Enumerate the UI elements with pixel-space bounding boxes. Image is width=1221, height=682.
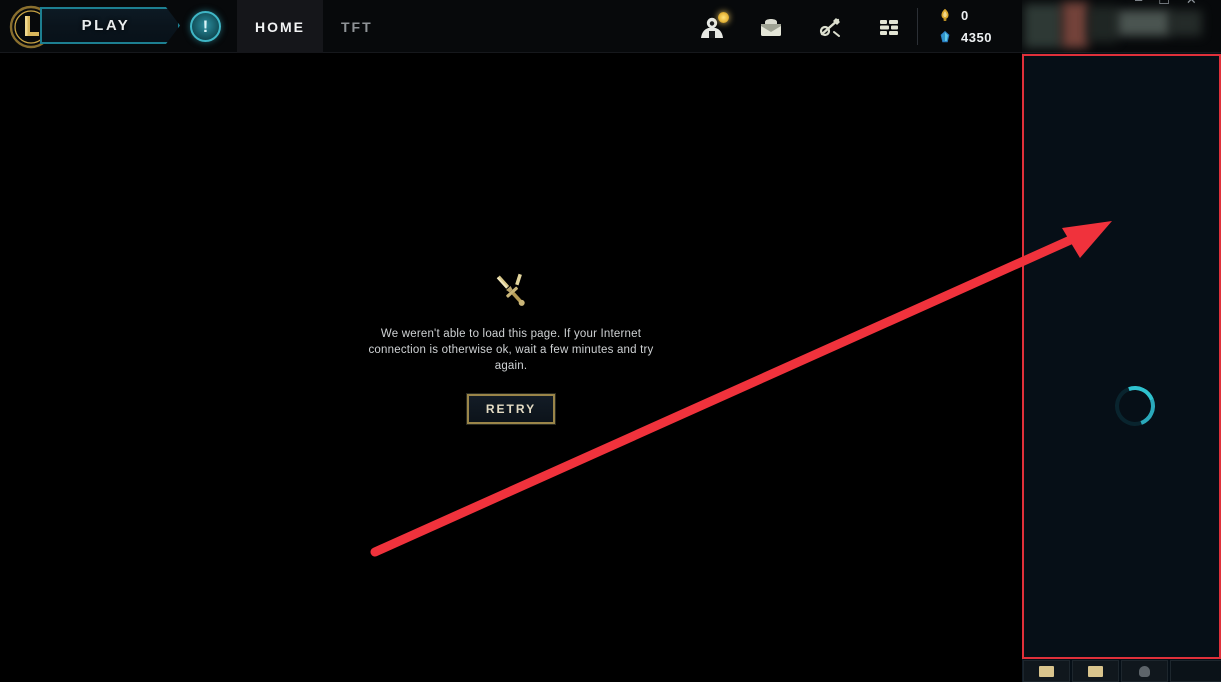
chat-tab[interactable]	[1072, 660, 1119, 682]
broken-sword-icon	[488, 268, 534, 314]
play-button[interactable]: PLAY	[40, 7, 180, 44]
alert-icon[interactable]: !	[190, 11, 221, 42]
panel-bottom-tab-bar	[1023, 660, 1221, 682]
tab-tft[interactable]: TFT	[323, 0, 391, 53]
lol-client-window: PLAY ! HOME TFT 0 4350 We weren't able t…	[0, 0, 1221, 682]
social-right-panel	[1022, 53, 1221, 682]
be-icon	[940, 30, 950, 43]
close-button[interactable]: ✕	[1186, 0, 1197, 6]
store-icon[interactable]	[813, 12, 847, 42]
profile-icon[interactable]	[695, 11, 729, 42]
tab-home-label: HOME	[255, 18, 305, 35]
tab-home[interactable]: HOME	[237, 0, 323, 53]
profile-tab[interactable]	[1121, 660, 1168, 682]
friends-tab[interactable]	[1023, 660, 1070, 682]
window-controls: – ☐ ✕	[1135, 0, 1197, 6]
currency-group: 0 4350	[938, 6, 992, 46]
alert-icon-glyph: !	[202, 17, 209, 36]
play-button-label: PLAY	[81, 17, 131, 34]
minimize-button[interactable]: –	[1135, 0, 1142, 6]
header-icon-group	[695, 0, 906, 53]
retry-button-label: RETRY	[485, 402, 537, 416]
collection-icon[interactable]	[872, 12, 906, 42]
username-area-censored	[1022, 0, 1221, 53]
status-tab[interactable]	[1170, 660, 1221, 682]
loot-icon[interactable]	[754, 12, 788, 42]
page-load-error: We weren't able to load this page. If yo…	[0, 268, 1022, 425]
header-divider	[917, 8, 918, 45]
client-header: PLAY ! HOME TFT 0 4350	[0, 0, 1221, 53]
notification-badge	[718, 11, 729, 23]
rp-icon	[941, 8, 949, 21]
retry-button[interactable]: RETRY	[466, 393, 556, 425]
blue-essence-value: 4350	[961, 29, 992, 45]
main-nav-tabs: HOME TFT	[237, 0, 391, 53]
blue-essence-row[interactable]: 4350	[938, 28, 992, 46]
error-message: We weren't able to load this page. If yo…	[368, 328, 654, 372]
tab-tft-label: TFT	[341, 18, 373, 35]
maximize-button[interactable]: ☐	[1158, 0, 1170, 6]
riot-points-value: 0	[961, 7, 969, 23]
main-content-area: We weren't able to load this page. If yo…	[0, 53, 1022, 682]
riot-points-row[interactable]: 0	[938, 6, 992, 24]
loading-spinner	[1108, 379, 1162, 433]
